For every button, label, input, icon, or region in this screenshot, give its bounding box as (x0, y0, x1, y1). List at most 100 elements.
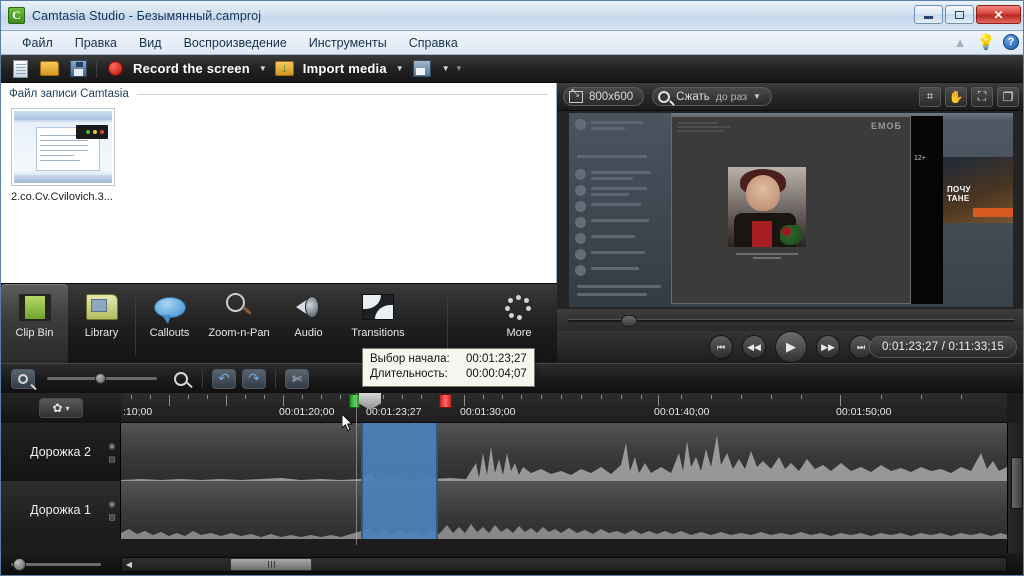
produce-caret-icon[interactable]: ▼ (442, 64, 450, 73)
recorded-ad-column (911, 116, 943, 304)
preview-panel: 800x600 Сжать до раз ▼ ⌗ ✋ ⛶ ❐ (557, 83, 1023, 363)
eye-icon[interactable]: ◉ (107, 499, 117, 509)
open-project-icon[interactable] (38, 58, 60, 80)
scroll-left-icon[interactable]: ◀ (122, 558, 136, 571)
ruler-label: 00:01:40;00 (654, 406, 710, 418)
chevron-down-icon: ▾ (65, 403, 70, 413)
timeline-tracks: Дорожка 2 ◉ ▤ Дорожка 1 ◉ ▤ (1, 423, 1023, 557)
track-height-thumb[interactable] (13, 557, 26, 571)
play-button[interactable]: ▶ (775, 331, 807, 363)
save-project-icon[interactable] (67, 58, 89, 80)
track-body[interactable] (121, 423, 1023, 481)
track-header[interactable]: Дорожка 1 ◉ ▤ (1, 481, 121, 539)
transitions-icon (359, 291, 397, 323)
selection-start-marker[interactable] (349, 394, 360, 408)
menu-item-playback[interactable]: Воспроизведение (173, 34, 298, 52)
preview-dimensions-button[interactable]: 800x600 (563, 87, 645, 106)
new-project-icon[interactable] (9, 58, 31, 80)
timeline-selection[interactable] (361, 481, 438, 539)
maximize-button[interactable] (945, 5, 974, 24)
menu-item-file[interactable]: Файл (11, 34, 64, 52)
menu-item-view[interactable]: Вид (128, 34, 173, 52)
skip-to-start-button[interactable]: ⏮ (709, 335, 733, 359)
preview-seek-bar[interactable] (557, 309, 1023, 331)
track-toggles: ◉ ▤ (107, 441, 117, 464)
timeline-vertical-scrollbar[interactable] (1007, 423, 1023, 557)
timeline-horizontal-scrollbar[interactable]: ◀ (121, 556, 1007, 572)
vertical-scroll-thumb[interactable] (1011, 457, 1023, 509)
record-screen-button[interactable]: Record the screen (133, 61, 250, 76)
menu-item-edit[interactable]: Правка (64, 34, 128, 52)
tab-zoom-n-pan[interactable]: Zoom-n-Pan (203, 284, 275, 363)
import-media-button[interactable]: Import media (303, 61, 387, 76)
preview-stage[interactable]: ЕМОБ 12+ ПОЧУ ТАНЕ (557, 111, 1023, 309)
timeline-zoom-slider[interactable] (47, 373, 157, 384)
ruler-label: 00:01:30;00 (460, 406, 516, 418)
timeline-selection[interactable] (361, 423, 438, 481)
pan-hand-icon[interactable]: ✋ (945, 86, 967, 107)
horizontal-scroll-thumb[interactable] (230, 557, 312, 571)
audio-icon (290, 291, 328, 323)
clip-bin-group-label: Файл записи Camtasia (9, 88, 129, 100)
audio-waveform (121, 435, 1007, 481)
redo-button[interactable]: ↷ (242, 368, 266, 389)
track-height-slider[interactable] (11, 557, 101, 571)
import-caret-icon[interactable]: ▼ (396, 64, 404, 73)
preview-toolbar: 800x600 Сжать до раз ▼ ⌗ ✋ ⛶ ❐ (557, 83, 1023, 111)
notify-icon[interactable]: ▲ (951, 33, 969, 51)
clip-bin-item[interactable]: 2.co.Cv.Cvilovich.3... (11, 108, 115, 203)
produce-share-icon[interactable] (411, 58, 433, 80)
import-media-icon[interactable] (274, 58, 296, 80)
lock-icon[interactable]: ▤ (107, 512, 117, 522)
zoom-out-icon[interactable] (11, 368, 35, 389)
timeline-toolbar-separator-2 (275, 369, 276, 388)
track-row: Дорожка 1 ◉ ▤ (1, 481, 1023, 539)
tab-clip-bin[interactable]: Clip Bin (1, 284, 68, 363)
tab-library[interactable]: Library (68, 284, 135, 363)
selection-end-marker[interactable] (439, 394, 452, 408)
clip-bin-header: Файл записи Camtasia (1, 83, 556, 102)
preview-zoom-button[interactable]: Сжать до раз ▼ (652, 87, 772, 106)
seek-thumb[interactable] (620, 314, 637, 327)
chevron-down-icon[interactable]: ▼ (753, 92, 761, 101)
detach-icon[interactable]: ❐ (997, 86, 1019, 107)
ruler-label: 00:01:23;27 (366, 406, 422, 418)
track-toggles: ◉ ▤ (107, 499, 117, 522)
record-icon[interactable] (104, 58, 126, 80)
timeline-ruler[interactable]: :10;00 00:01:20;00 00:01:23;27 00:01:30;… (121, 393, 1007, 423)
timeline-options-button[interactable]: ✿ ▾ (39, 398, 83, 418)
record-caret-icon[interactable]: ▼ (259, 64, 267, 73)
tab-zoom-n-pan-label: Zoom-n-Pan (208, 327, 270, 339)
tip-icon[interactable]: 💡 (977, 33, 996, 51)
fullscreen-icon[interactable]: ⛶ (971, 86, 993, 107)
ruler-label: :10;00 (123, 406, 153, 418)
preview-zoom-sublabel: до раз (715, 90, 748, 103)
close-button[interactable]: ✕ (976, 5, 1021, 24)
minimize-button[interactable] (914, 5, 943, 24)
menu-item-tools[interactable]: Инструменты (298, 34, 398, 52)
preview-zoom-label: Сжать (676, 90, 710, 103)
tab-callouts[interactable]: Callouts (136, 284, 203, 363)
help-icon[interactable]: ? (1003, 34, 1019, 50)
track-body[interactable] (121, 481, 1023, 539)
timeline-zoom-thumb[interactable] (95, 373, 106, 384)
lock-icon[interactable]: ▤ (107, 454, 117, 464)
rewind-button[interactable]: ◀◀ (742, 335, 766, 359)
timeline-panel: ✿ ▾:10;00 00:01:20;00 00:01:23;27 00:01… (1, 393, 1023, 557)
track-header[interactable]: Дорожка 2 ◉ ▤ (1, 423, 121, 481)
tab-audio[interactable]: Audio (275, 284, 342, 363)
audio-waveform (121, 524, 1007, 539)
seek-track[interactable] (567, 314, 1015, 327)
menu-item-help[interactable]: Справка (398, 34, 469, 52)
toolbar-overflow-icon[interactable]: ▾ (457, 63, 462, 74)
fast-forward-button[interactable]: ▶▶ (816, 335, 840, 359)
crop-icon[interactable]: ⌗ (919, 86, 941, 107)
undo-button[interactable]: ↶ (212, 368, 236, 389)
zoom-in-icon[interactable] (169, 369, 193, 389)
tab-callouts-label: Callouts (149, 327, 190, 339)
gear-icon: ✿ (52, 401, 63, 415)
eye-icon[interactable]: ◉ (107, 441, 117, 451)
recorded-age-rating: 12+ (914, 155, 926, 162)
cut-button[interactable]: ✄ (285, 368, 309, 389)
clip-thumbnail[interactable] (11, 108, 115, 186)
